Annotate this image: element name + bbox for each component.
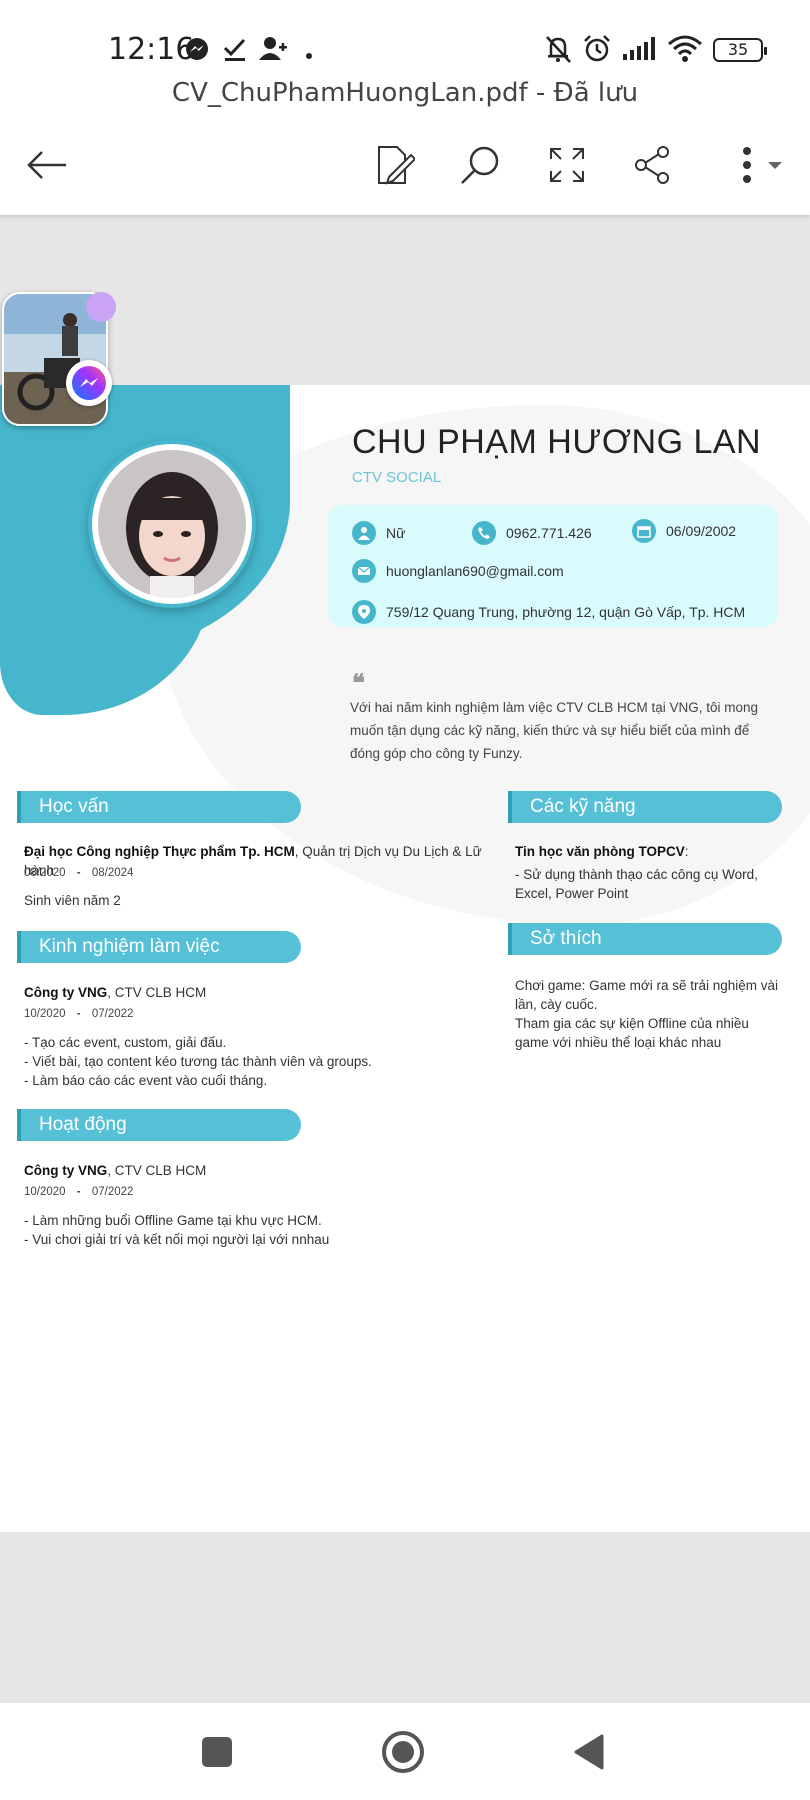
battery-icon: 35 xyxy=(713,38,767,62)
alarm-icon xyxy=(582,34,612,69)
phone-icon xyxy=(472,521,496,545)
search-icon xyxy=(461,146,499,184)
activity-entry: Công ty VNG, CTV CLB HCM xyxy=(24,1161,206,1180)
edit-icon xyxy=(378,146,415,185)
career-objective: Với hai năm kinh nghiệm làm việc CTV CLB… xyxy=(350,700,758,761)
activity-to: 07/2022 xyxy=(91,1186,134,1198)
more-button[interactable] xyxy=(720,140,790,190)
back-icon xyxy=(27,151,66,179)
back-nav-button[interactable] xyxy=(564,1727,614,1777)
envelope-icon xyxy=(352,559,376,583)
skill-colon: : xyxy=(684,844,689,859)
recent-apps-icon xyxy=(202,1737,232,1767)
experience-item: - Làm báo cáo các event vào cuối tháng. xyxy=(24,1073,268,1088)
address-item: 759/12 Quang Trung, phường 12, quận Gò V… xyxy=(352,600,745,624)
fullscreen-icon xyxy=(550,148,584,182)
calendar-icon xyxy=(632,519,656,543)
pdf-page[interactable]: CHU PHẠM HƯƠNG LAN CTV SOCIAL Nữ 0962.77… xyxy=(0,385,810,1532)
gender-item: Nữ xyxy=(352,521,405,545)
recent-apps-button[interactable] xyxy=(192,1727,242,1777)
more-icon xyxy=(743,147,782,183)
top-app-bar: 12:16 35 CV_ChuPhamHuongLan.pdf - Đã lưu xyxy=(0,0,810,215)
education-from: 08/2020 xyxy=(24,867,66,879)
status-time: 12:16 xyxy=(108,32,195,67)
fullscreen-button[interactable] xyxy=(542,140,592,190)
avatar xyxy=(88,440,256,608)
experience-item: - Viết bài, tạo content kéo tương tác th… xyxy=(24,1054,372,1069)
skill-detail: - Sử dụng thành thạo các công cụ Word, E… xyxy=(515,867,758,901)
address-text: 759/12 Quang Trung, phường 12, quận Gò V… xyxy=(386,604,746,620)
profile-photo xyxy=(98,450,246,598)
date-separator: - xyxy=(76,1008,81,1020)
unread-dot xyxy=(86,292,116,322)
hobby-line: Chơi game: Game mới ra sẽ trải nghiệm và… xyxy=(515,978,779,1012)
section-hobbies-heading: Sở thích xyxy=(508,923,782,955)
experience-to: 07/2022 xyxy=(91,1008,134,1020)
activity-position: , CTV CLB HCM xyxy=(107,1163,207,1178)
birthday-item: 06/09/2002 xyxy=(632,519,736,543)
education-heading-text: Học vấn xyxy=(39,796,109,817)
navigation-bar xyxy=(0,1703,810,1800)
section-skills-heading: Các kỹ năng xyxy=(508,791,782,823)
experience-position: , CTV CLB HCM xyxy=(107,985,207,1000)
education-note: Sinh viên năm 2 xyxy=(24,893,121,908)
experience-from: 10/2020 xyxy=(24,1008,66,1020)
section-experience-heading: Kinh nghiệm làm việc xyxy=(17,931,301,963)
candidate-name: CHU PHẠM HƯƠNG LAN xyxy=(352,423,762,461)
document-title: CV_ChuPhamHuongLan.pdf - Đã lưu xyxy=(171,78,639,108)
section-education-heading: Học vấn xyxy=(17,791,301,823)
signal-icon xyxy=(622,34,658,69)
experience-dates: 10/2020 - 07/2022 xyxy=(24,1008,133,1020)
skill-title: Tin học văn phòng TOPCV: xyxy=(515,842,689,861)
add-person-icon xyxy=(258,34,288,69)
quote-icon: ❝ xyxy=(352,668,365,697)
education-to: 08/2024 xyxy=(91,867,134,879)
phone-text: 0962.771.426 xyxy=(506,525,592,541)
messenger-icon xyxy=(66,360,112,406)
date-separator: - xyxy=(76,1186,81,1198)
check-icon xyxy=(222,34,248,69)
gender-text: Nữ xyxy=(386,525,406,541)
back-triangle-icon xyxy=(574,1734,604,1770)
contact-info-box: Nữ 0962.771.426 06/09/2002 huonglanlan69… xyxy=(328,505,778,627)
home-button[interactable] xyxy=(378,1727,428,1777)
person-icon xyxy=(352,521,376,545)
location-pin-icon xyxy=(352,600,376,624)
messenger-chat-head[interactable] xyxy=(0,292,116,426)
experience-company: Công ty VNG xyxy=(24,985,108,1000)
birthday-text: 06/09/2002 xyxy=(666,523,737,539)
email-text: huonglanlan690@gmail.com xyxy=(386,563,564,579)
dot-icon xyxy=(306,46,312,64)
activity-company: Công ty VNG xyxy=(24,1163,108,1178)
share-button[interactable] xyxy=(628,140,678,190)
date-separator: - xyxy=(76,867,81,879)
phone-item: 0962.771.426 xyxy=(472,521,592,545)
activity-from: 10/2020 xyxy=(24,1186,66,1198)
email-item: huonglanlan690@gmail.com xyxy=(352,559,564,583)
share-icon xyxy=(635,146,669,184)
hobbies-heading-text: Sở thích xyxy=(530,928,602,949)
back-button[interactable] xyxy=(22,140,72,190)
search-button[interactable] xyxy=(455,140,505,190)
skill-name: Tin học văn phòng TOPCV xyxy=(515,844,685,859)
mute-icon xyxy=(543,34,573,69)
experience-item: - Tạo các event, custom, giải đấu. xyxy=(24,1035,227,1050)
education-dates: 08/2020 - 08/2024 xyxy=(24,867,133,879)
activity-item: - Vui chơi giải trí và kết nối mọi người… xyxy=(24,1232,330,1247)
skills-heading-text: Các kỹ năng xyxy=(530,796,636,817)
experience-entry: Công ty VNG, CTV CLB HCM xyxy=(24,983,206,1002)
messenger-icon xyxy=(184,34,210,69)
experience-heading-text: Kinh nghiệm làm việc xyxy=(39,936,220,957)
section-activities-heading: Hoạt động xyxy=(17,1109,301,1141)
activity-dates: 10/2020 - 07/2022 xyxy=(24,1186,133,1198)
activities-heading-text: Hoạt động xyxy=(39,1114,127,1135)
activity-item: - Làm những buổi Offline Game tại khu vự… xyxy=(24,1213,322,1228)
hobby-line: Tham gia các sự kiện Offline của nhiều g… xyxy=(515,1016,749,1050)
school-name: Đại học Công nghiệp Thực phẩm Tp. HCM xyxy=(24,844,295,859)
home-icon xyxy=(382,1731,424,1773)
status-bar: 12:16 35 xyxy=(0,30,810,74)
edit-button[interactable] xyxy=(370,140,420,190)
wifi-icon xyxy=(667,34,703,69)
candidate-role: CTV SOCIAL xyxy=(352,469,442,486)
